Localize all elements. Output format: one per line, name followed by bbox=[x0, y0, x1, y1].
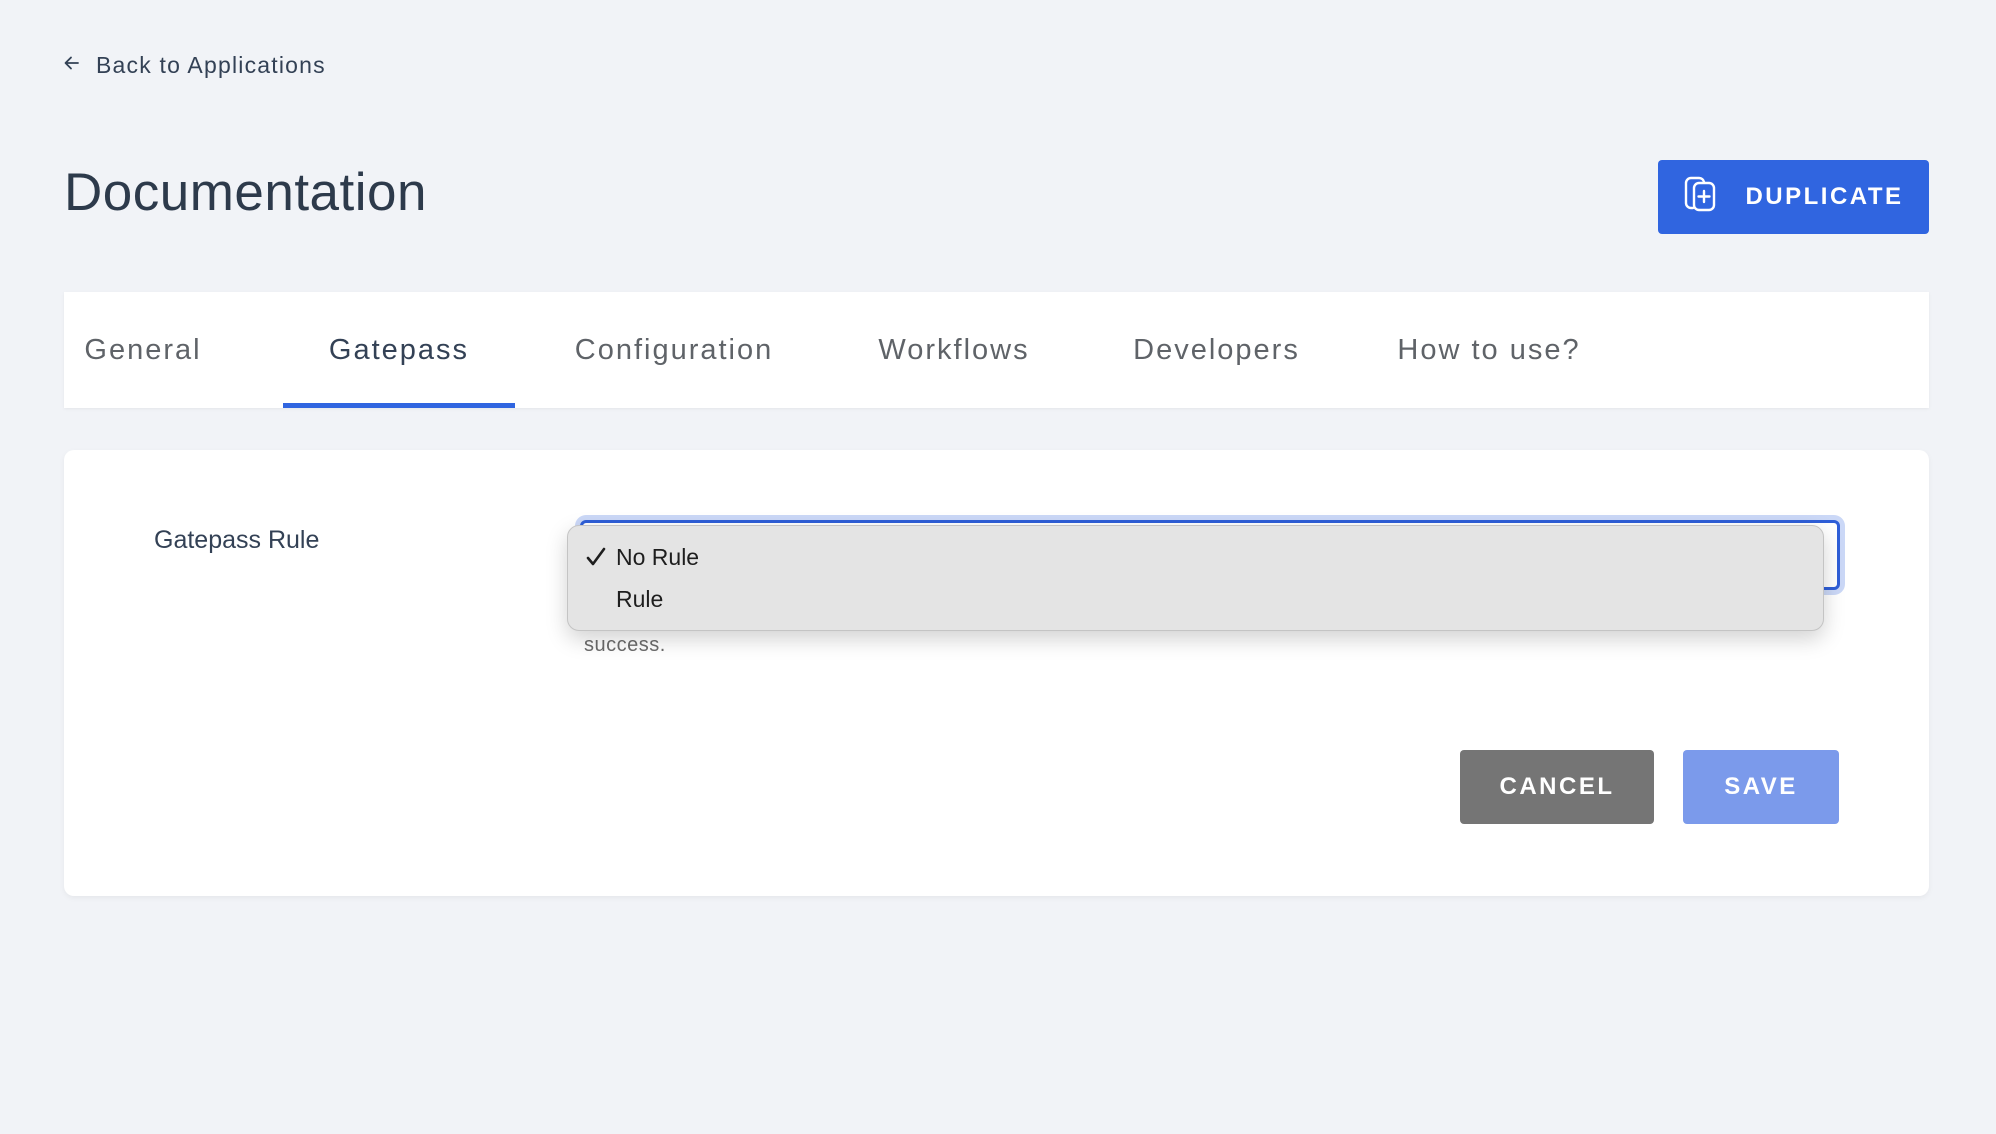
option-no-rule-label: No Rule bbox=[616, 543, 700, 570]
gatepass-rule-helper-text: success. bbox=[584, 634, 666, 656]
tab-how-to-use[interactable]: How to use? bbox=[1389, 292, 1589, 408]
tab-configuration-label: Configuration bbox=[574, 333, 774, 366]
tab-gatepass[interactable]: Gatepass bbox=[283, 292, 515, 408]
gatepass-rule-label: Gatepass Rule bbox=[154, 526, 320, 554]
tab-workflows-label: Workflows bbox=[878, 333, 1030, 366]
page-title: Documentation bbox=[64, 163, 427, 222]
back-link-label: Back to Applications bbox=[96, 52, 326, 78]
duplicate-button[interactable]: DUPLICATE bbox=[1658, 160, 1929, 234]
tab-workflows[interactable]: Workflows bbox=[864, 292, 1044, 408]
tab-developers[interactable]: Developers bbox=[1124, 292, 1309, 408]
tab-developers-label: Developers bbox=[1133, 333, 1300, 366]
cancel-button[interactable]: CANCEL bbox=[1460, 750, 1654, 824]
arrow-left-icon bbox=[62, 52, 82, 79]
checkmark-icon bbox=[585, 546, 607, 568]
gatepass-form-card: Gatepass Rule success. No Rule Rule CANC… bbox=[64, 450, 1929, 896]
copy-plus-icon bbox=[1683, 175, 1719, 220]
save-button[interactable]: SAVE bbox=[1683, 750, 1839, 824]
tab-bar: General Gatepass Configuration Workflows… bbox=[64, 292, 1929, 408]
option-no-rule[interactable]: No Rule bbox=[568, 536, 1823, 578]
page: Back to Applications Documentation DUPLI… bbox=[0, 0, 1996, 1134]
tab-gatepass-label: Gatepass bbox=[328, 333, 470, 366]
duplicate-label: DUPLICATE bbox=[1745, 183, 1904, 210]
tab-general[interactable]: General bbox=[64, 292, 222, 408]
option-rule-label: Rule bbox=[616, 585, 664, 612]
back-to-applications-link[interactable]: Back to Applications bbox=[62, 52, 326, 79]
tab-configuration[interactable]: Configuration bbox=[554, 292, 794, 408]
tab-how-to-use-label: How to use? bbox=[1397, 333, 1581, 366]
option-rule[interactable]: Rule bbox=[568, 578, 1823, 620]
tab-general-label: General bbox=[84, 333, 202, 366]
gatepass-rule-dropdown: No Rule Rule bbox=[567, 525, 1824, 631]
